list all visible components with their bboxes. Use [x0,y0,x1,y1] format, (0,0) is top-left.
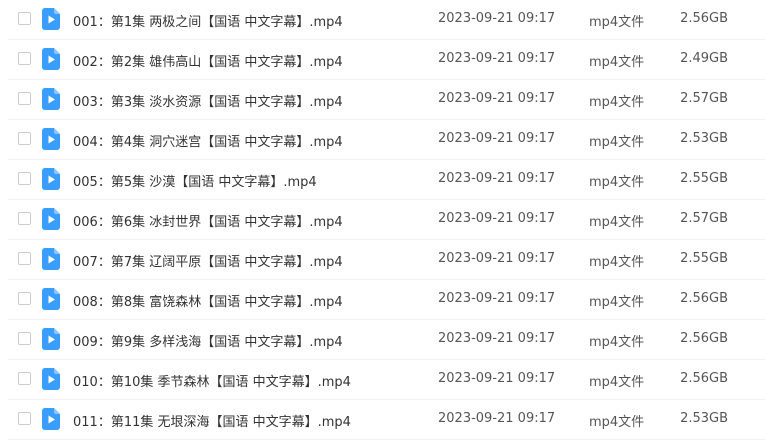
video-file-icon [42,248,60,270]
file-modified-date: 2023-09-21 09:17 [438,91,556,106]
file-name[interactable]: 004：第4集 洞穴迷宫【国语 中文字幕】.mp4 [73,131,343,150]
file-type: mp4文件 [589,255,645,270]
file-name[interactable]: 011：第11集 无垠深海【国语 中文字幕】.mp4 [73,411,351,430]
file-type: mp4文件 [589,295,645,310]
file-row[interactable]: 009：第9集 多样浅海【国语 中文字幕】.mp4 2023-09-21 09:1… [0,320,773,360]
file-size: 2.57GB [680,91,728,106]
video-file-icon [42,288,60,310]
file-name[interactable]: 003：第3集 淡水资源【国语 中文字幕】.mp4 [73,91,343,110]
file-row[interactable]: 001：第1集 两极之间【国语 中文字幕】.mp4 2023-09-21 09:1… [0,0,773,40]
file-modified-date: 2023-09-21 09:17 [438,291,556,306]
row-checkbox[interactable] [18,212,31,225]
file-size: 2.55GB [680,171,728,186]
video-file-icon [42,48,60,70]
file-modified-date: 2023-09-21 09:17 [438,331,556,346]
file-modified-date: 2023-09-21 09:17 [438,51,556,66]
file-type: mp4文件 [589,175,645,190]
file-name[interactable]: 002：第2集 雄伟高山【国语 中文字幕】.mp4 [73,51,343,70]
video-file-icon [42,408,60,430]
row-checkbox[interactable] [18,132,31,145]
file-size: 2.56GB [680,11,728,26]
file-modified-date: 2023-09-21 09:17 [438,371,556,386]
file-name[interactable]: 006：第6集 冰封世界【国语 中文字幕】.mp4 [73,211,343,230]
row-checkbox[interactable] [18,292,31,305]
file-name[interactable]: 008：第8集 富饶森林【国语 中文字幕】.mp4 [73,291,343,310]
row-checkbox[interactable] [18,12,31,25]
row-checkbox[interactable] [18,332,31,345]
video-file-icon [42,128,60,150]
file-size: 2.57GB [680,211,728,226]
file-size: 2.49GB [680,51,728,66]
row-checkbox[interactable] [18,412,31,425]
file-type: mp4文件 [589,95,645,110]
video-file-icon [42,368,60,390]
file-row[interactable]: 010：第10集 季节森林【国语 中文字幕】.mp4 2023-09-21 09:… [0,360,773,400]
video-file-icon [42,208,60,230]
file-name[interactable]: 001：第1集 两极之间【国语 中文字幕】.mp4 [73,11,343,30]
file-row[interactable]: 002：第2集 雄伟高山【国语 中文字幕】.mp4 2023-09-21 09:1… [0,40,773,80]
file-row[interactable]: 008：第8集 富饶森林【国语 中文字幕】.mp4 2023-09-21 09:1… [0,280,773,320]
row-checkbox[interactable] [18,92,31,105]
file-size: 2.56GB [680,371,728,386]
file-size: 2.56GB [680,291,728,306]
row-checkbox[interactable] [18,372,31,385]
file-modified-date: 2023-09-21 09:17 [438,131,556,146]
row-checkbox[interactable] [18,172,31,185]
file-row[interactable]: 004：第4集 洞穴迷宫【国语 中文字幕】.mp4 2023-09-21 09:1… [0,120,773,160]
row-checkbox[interactable] [18,252,31,265]
file-modified-date: 2023-09-21 09:17 [438,11,556,26]
file-size: 2.53GB [680,131,728,146]
file-list: 001：第1集 两极之间【国语 中文字幕】.mp4 2023-09-21 09:1… [0,0,773,440]
file-name[interactable]: 009：第9集 多样浅海【国语 中文字幕】.mp4 [73,331,343,350]
file-modified-date: 2023-09-21 09:17 [438,171,556,186]
file-row[interactable]: 005：第5集 沙漠【国语 中文字幕】.mp4 2023-09-21 09:17 m… [0,160,773,200]
file-row[interactable]: 003：第3集 淡水资源【国语 中文字幕】.mp4 2023-09-21 09:1… [0,80,773,120]
file-type: mp4文件 [589,55,645,70]
file-type: mp4文件 [589,335,645,350]
file-size: 2.53GB [680,411,728,426]
video-file-icon [42,168,60,190]
file-type: mp4文件 [589,375,645,390]
video-file-icon [42,328,60,350]
file-modified-date: 2023-09-21 09:17 [438,251,556,266]
file-type: mp4文件 [589,215,645,230]
file-row[interactable]: 007：第7集 辽阔平原【国语 中文字幕】.mp4 2023-09-21 09:1… [0,240,773,280]
file-modified-date: 2023-09-21 09:17 [438,211,556,226]
file-size: 2.55GB [680,251,728,266]
file-row[interactable]: 011：第11集 无垠深海【国语 中文字幕】.mp4 2023-09-21 09:… [0,400,773,440]
file-size: 2.56GB [680,331,728,346]
video-file-icon [42,8,60,30]
file-name[interactable]: 010：第10集 季节森林【国语 中文字幕】.mp4 [73,371,351,390]
row-checkbox[interactable] [18,52,31,65]
file-type: mp4文件 [589,415,645,430]
file-name[interactable]: 005：第5集 沙漠【国语 中文字幕】.mp4 [73,171,317,190]
file-modified-date: 2023-09-21 09:17 [438,411,556,426]
file-name[interactable]: 007：第7集 辽阔平原【国语 中文字幕】.mp4 [73,251,343,270]
file-row[interactable]: 006：第6集 冰封世界【国语 中文字幕】.mp4 2023-09-21 09:1… [0,200,773,240]
file-type: mp4文件 [589,15,645,30]
file-type: mp4文件 [589,135,645,150]
video-file-icon [42,88,60,110]
